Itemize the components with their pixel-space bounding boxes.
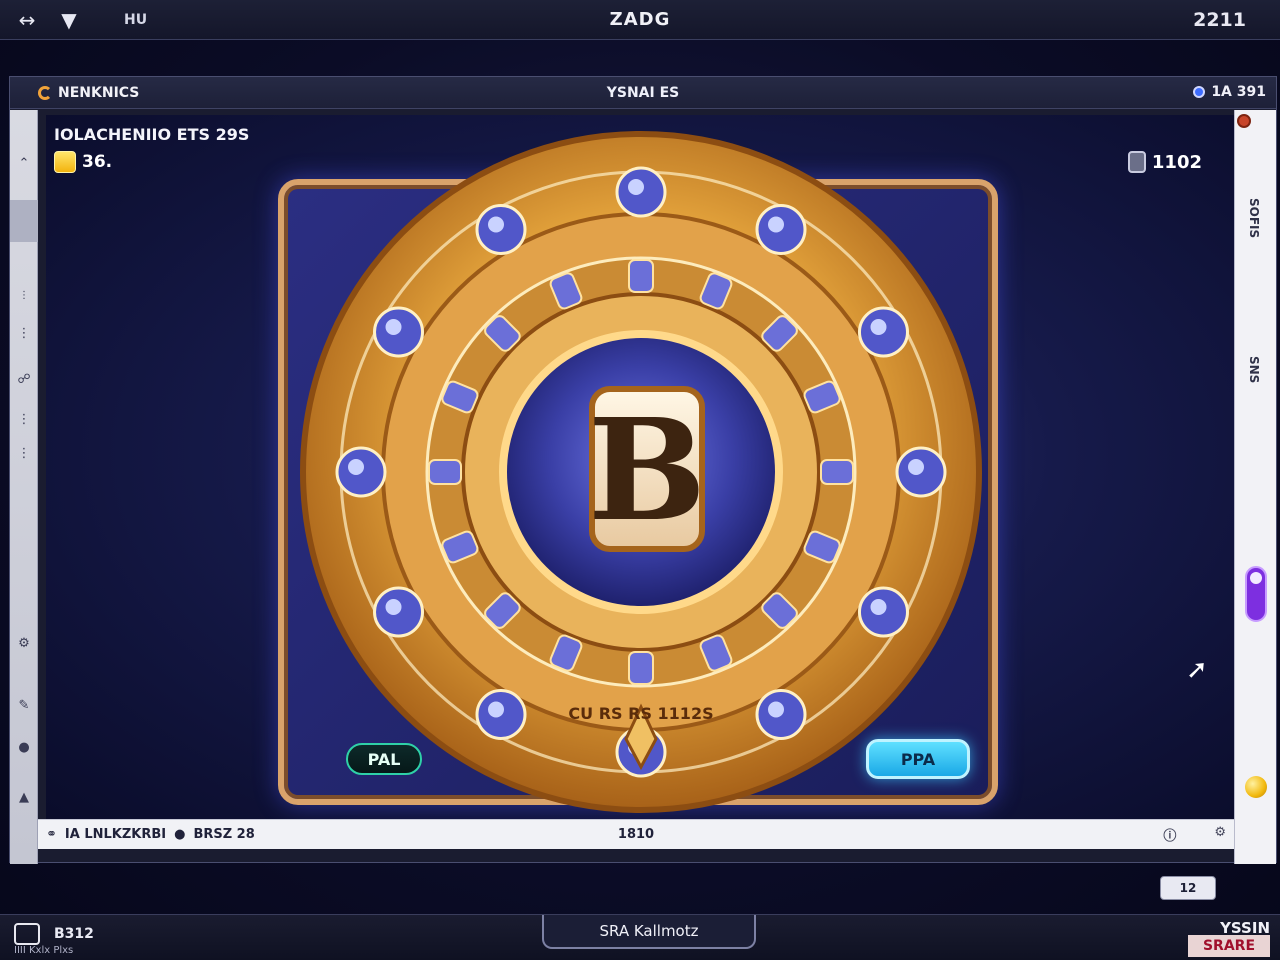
chip-icon	[1127, 151, 1146, 173]
sidebar-dots-icon-2[interactable]: ⋮	[14, 324, 34, 344]
wheel-rune-icon	[820, 459, 854, 485]
game-canvas[interactable]: IOLACHENIIO ETS 29S 36. 1102 B CU RS RS …	[46, 115, 1234, 819]
app-logo-icon	[38, 86, 52, 100]
window-title: YSNAI ES	[606, 85, 680, 101]
wheel-gem-icon	[373, 306, 425, 358]
top-menu[interactable]: HU	[124, 12, 147, 28]
bet-display[interactable]: 1102	[1127, 151, 1202, 173]
screen: ↔ ▼ HU ZADG 2211 NENKNICS YSNAI ES 1A 39…	[0, 0, 1280, 960]
bottom-bar: B312 IIII Kxlx Plxs SRA Kallmotz YSSIN S…	[0, 914, 1280, 960]
brand-logo: SRARE	[1188, 935, 1270, 957]
wheel-gem-icon	[475, 688, 527, 740]
status-left: ⚭ IA LNLKZKRBI ● BRSZ 28	[46, 827, 255, 842]
status-right: ⓘ ⚙	[1163, 825, 1226, 844]
settings-icon[interactable]: ⚙	[1214, 825, 1226, 844]
fortune-wheel[interactable]: B CU RS RS 1112S	[296, 127, 986, 817]
window-status-label: 1A 391	[1211, 84, 1266, 100]
wheel-rune-icon	[628, 259, 654, 293]
sidebar-grip-icon[interactable]: ⋮	[14, 410, 34, 430]
app-name-label: NENKNICS	[58, 85, 140, 101]
wheel-rune-icon	[628, 651, 654, 685]
record-icon: ●	[174, 827, 186, 842]
sidebar-dots-icon[interactable]: ⋮	[14, 286, 34, 306]
wheel-gem-icon	[475, 204, 527, 256]
center-letter: B	[588, 389, 706, 553]
link-icon: ⚭	[46, 827, 57, 842]
right-sidebar-text-2: SNS	[1247, 356, 1261, 384]
sidebar-settings-icon[interactable]: ⚙	[14, 634, 34, 654]
wheel-gem-icon	[857, 306, 909, 358]
spin-button[interactable]: PPA	[866, 739, 970, 779]
coin-icon	[54, 151, 76, 173]
status-left-extra: BRSZ 28	[193, 827, 255, 842]
left-action-button[interactable]: PAL	[346, 743, 422, 775]
wheel-gem-icon	[755, 688, 807, 740]
sidebar-grip-icon-2[interactable]: ⋮	[14, 444, 34, 464]
up-arrow-icon[interactable]: ⌃	[14, 154, 34, 174]
wheel-gem-icon	[615, 166, 667, 218]
dock-mini-button[interactable]: 12	[1160, 876, 1216, 900]
sidebar-bell-icon[interactable]: ▲	[14, 788, 34, 808]
clock: 2211	[1193, 9, 1246, 31]
sidebar-circle-icon[interactable]: ●	[14, 738, 34, 758]
game-window: NENKNICS YSNAI ES 1A 391 ⌃ ⋮ ⋮ ☍ ⋮ ⋮ ⚙ ✎…	[9, 76, 1277, 864]
diamond-icon[interactable]: ▼	[54, 5, 84, 35]
right-sidebar: SOFIS SNS	[1234, 110, 1276, 864]
wheel-gem-icon	[895, 446, 947, 498]
sidebar-link-icon[interactable]: ☍	[14, 370, 34, 390]
close-icon[interactable]	[1237, 114, 1251, 128]
wheel-gem-icon	[335, 446, 387, 498]
balance-value: 36.	[82, 152, 113, 172]
app-name: NENKNICS	[38, 85, 139, 101]
bottom-center-tab[interactable]: SRA Kallmotz	[542, 915, 756, 949]
right-sidebar-text-1: SOFIS	[1247, 198, 1261, 239]
bottom-sub-label: IIII Kxlx Plxs	[14, 945, 74, 956]
window-status: 1A 391	[1193, 84, 1266, 100]
sidebar-active-block[interactable]	[10, 200, 38, 242]
bet-value: 1102	[1151, 151, 1202, 173]
status-dot-icon	[1193, 86, 1206, 98]
wheel-gem-icon	[857, 586, 909, 638]
wheel-gem-icon	[755, 204, 807, 256]
left-sidebar: ⌃ ⋮ ⋮ ☍ ⋮ ⋮ ⚙ ✎ ● ▲	[10, 110, 38, 864]
bottom-left-label: B312	[54, 926, 94, 942]
balance-display: 36.	[54, 151, 112, 173]
window-icon[interactable]	[14, 923, 40, 945]
back-icon[interactable]: ↔	[12, 5, 42, 35]
wheel-bottom-label: CU RS RS 1112S	[568, 704, 713, 723]
coin-icon[interactable]	[1245, 776, 1267, 798]
pointer-cursor-icon: ➚	[1186, 655, 1208, 685]
bottom-left: B312	[14, 923, 94, 945]
top-bar: ↔ ▼ HU ZADG 2211	[0, 0, 1280, 40]
wheel-gem-icon	[373, 586, 425, 638]
window-titlebar: NENKNICS YSNAI ES 1A 391	[10, 77, 1276, 109]
top-title: ZADG	[609, 9, 671, 30]
window-status-bar: ⚭ IA LNLKZKRBI ● BRSZ 28 1810 ⓘ ⚙	[38, 819, 1234, 849]
hud-title: IOLACHENIIO ETS 29S	[54, 125, 250, 144]
info-icon[interactable]: ⓘ	[1163, 825, 1176, 844]
sound-toggle[interactable]	[1245, 566, 1267, 622]
sidebar-tool-icon[interactable]: ✎	[14, 696, 34, 716]
wheel-rune-icon	[428, 459, 462, 485]
status-left-label: IA LNLKZKRBI	[64, 827, 167, 842]
